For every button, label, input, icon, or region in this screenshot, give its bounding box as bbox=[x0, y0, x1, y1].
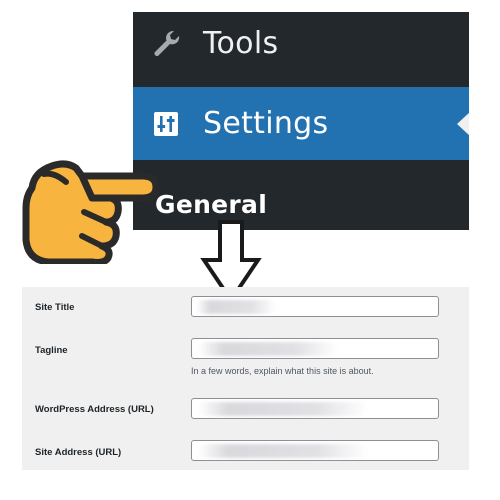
pointing-hand-icon bbox=[22, 160, 160, 264]
site-title-label: Site Title bbox=[35, 302, 75, 313]
sidebar-item-label: Settings bbox=[203, 106, 329, 141]
submenu-item-general[interactable]: General bbox=[133, 174, 469, 230]
site-address-input[interactable] bbox=[191, 440, 439, 461]
site-title-input[interactable] bbox=[191, 296, 439, 317]
sidebar-item-settings[interactable]: Settings bbox=[133, 87, 469, 160]
sidebar-item-tools[interactable]: Tools bbox=[133, 12, 469, 74]
site-address-description-faded bbox=[191, 463, 469, 470]
general-settings-form: Site Title Tagline In a few words, expla… bbox=[22, 287, 469, 470]
tagline-description: In a few words, explain what this site i… bbox=[191, 366, 374, 376]
tagline-input[interactable] bbox=[191, 338, 439, 359]
site-address-label: Site Address (URL) bbox=[35, 447, 122, 458]
sidebar-item-label: Tools bbox=[203, 25, 279, 61]
wordpress-address-input[interactable] bbox=[191, 398, 439, 419]
admin-sidebar-menu: Tools Settings General bbox=[133, 12, 469, 230]
settings-sliders-icon bbox=[147, 105, 185, 143]
tagline-label: Tagline bbox=[35, 345, 68, 356]
wordpress-address-label: WordPress Address (URL) bbox=[35, 404, 154, 415]
wrench-icon bbox=[147, 24, 185, 62]
submenu-item-label: General bbox=[155, 189, 268, 219]
current-menu-indicator bbox=[457, 111, 469, 137]
